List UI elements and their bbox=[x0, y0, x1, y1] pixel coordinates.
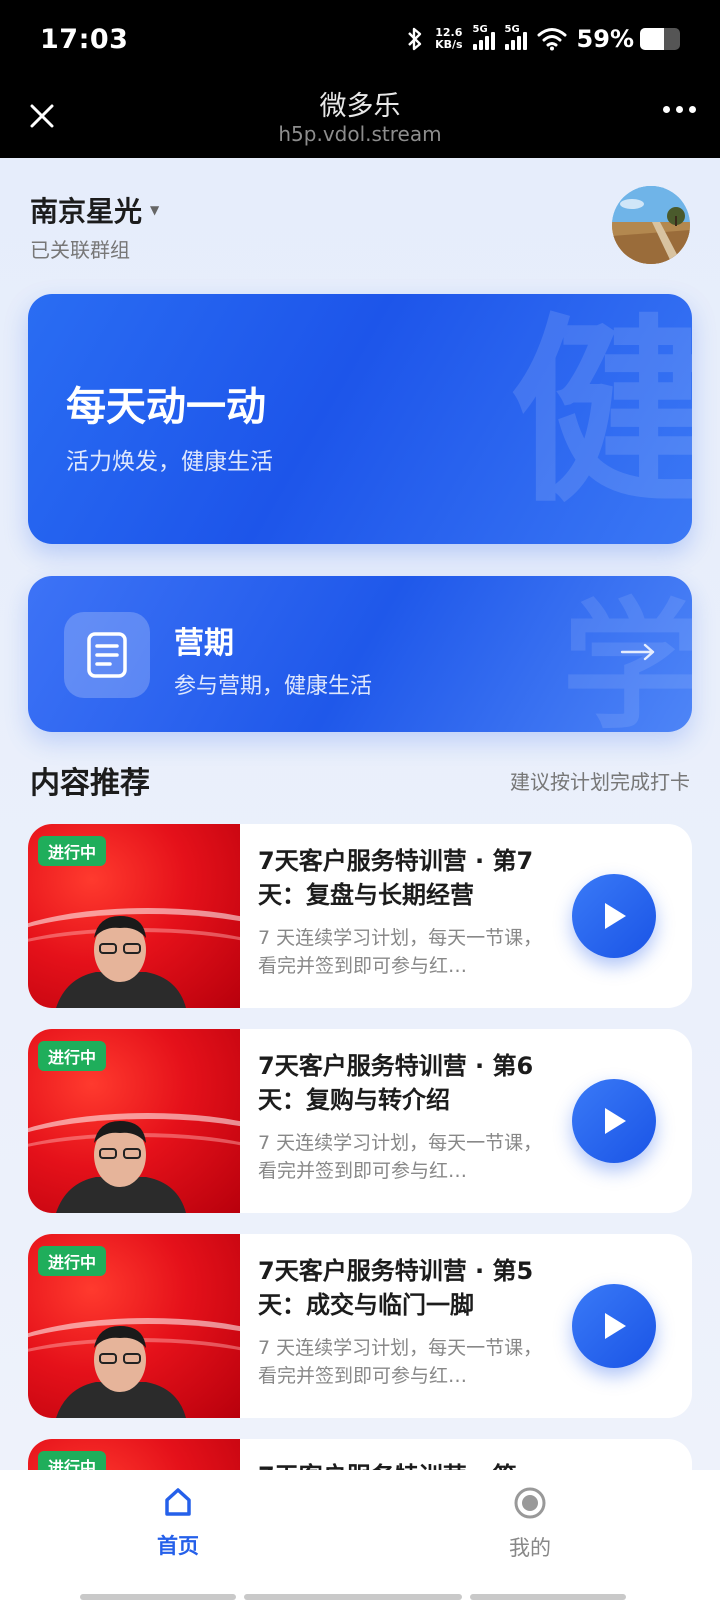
course-card[interactable]: 进行中 7天客户服务特训营 · 第7天：复盘与长期经营 7 天连续学习计划，每天… bbox=[28, 824, 692, 1008]
nav-header: 微多乐 h5p.vdol.stream bbox=[0, 78, 720, 158]
course-thumbnail: 进行中 bbox=[28, 1234, 240, 1418]
sim1-label: 5G bbox=[472, 24, 488, 35]
gesture-bar-right bbox=[470, 1594, 626, 1600]
banner-subtitle: 活力焕发，健康生活 bbox=[66, 449, 273, 475]
section-title: 内容推荐 bbox=[30, 766, 150, 801]
bluetooth-icon bbox=[408, 27, 422, 51]
tab-mine[interactable]: 我的 bbox=[470, 1486, 590, 1562]
course-desc: 7 天连续学习计划，每天一节课，看完并签到即可参与红… bbox=[258, 1132, 543, 1182]
course-card[interactable]: 进行中 7天客户服务特训营 · 第6天：复购与转介绍 7 天连续学习计划，每天一… bbox=[28, 1029, 692, 1213]
course-thumbnail: 进行中 bbox=[28, 1029, 240, 1213]
status-badge: 进行中 bbox=[38, 1246, 107, 1276]
arrow-right-icon bbox=[620, 643, 655, 661]
gesture-bar-center bbox=[244, 1594, 462, 1600]
course-desc: 7 天连续学习计划，每天一节课，看完并签到即可参与红… bbox=[258, 1337, 543, 1387]
play-icon bbox=[605, 903, 626, 929]
status-icons: 12.6 KB/s 5G 5G 59% bbox=[405, 24, 680, 53]
status-badge: 进行中 bbox=[38, 1041, 107, 1071]
signal-sim2-icon: 5G bbox=[504, 24, 527, 50]
camp-banner[interactable]: 学 营期 参与营期，健康生活 bbox=[28, 576, 692, 732]
play-button[interactable] bbox=[572, 1079, 656, 1163]
battery-text: 59% bbox=[576, 25, 634, 53]
avatar-image bbox=[612, 186, 690, 264]
group-selector[interactable]: 南京星光 ▼ bbox=[30, 190, 159, 230]
group-name: 南京星光 bbox=[30, 195, 143, 228]
camp-title: 营期 bbox=[174, 626, 234, 661]
tab-home[interactable]: 首页 bbox=[118, 1486, 238, 1560]
course-desc: 7 天连续学习计划，每天一节课，看完并签到即可参与红… bbox=[258, 927, 543, 977]
wifi-icon bbox=[537, 28, 567, 51]
caret-down-icon: ▼ bbox=[150, 203, 160, 217]
battery-icon bbox=[640, 28, 680, 50]
banner-title: 每天动一动 bbox=[66, 384, 266, 430]
home-icon bbox=[165, 1488, 191, 1516]
play-icon bbox=[605, 1313, 626, 1339]
more-icon[interactable] bbox=[663, 106, 696, 113]
banner-bg-glyph: 健 bbox=[509, 297, 692, 530]
network-speed: 12.6 KB/s bbox=[435, 27, 462, 51]
profile-icon bbox=[514, 1487, 546, 1519]
avatar[interactable] bbox=[612, 186, 690, 264]
presenter-image bbox=[56, 1326, 186, 1418]
status-badge: 进行中 bbox=[38, 836, 107, 866]
sim2-label: 5G bbox=[504, 24, 520, 35]
nav-url: h5p.vdol.stream bbox=[278, 122, 442, 146]
tab-bar: 首页 我的 bbox=[0, 1470, 720, 1600]
status-time: 17:03 bbox=[40, 23, 129, 55]
play-button[interactable] bbox=[572, 1284, 656, 1368]
course-title: 7天客户服务特训营 · 第6天：复购与转介绍 bbox=[258, 1052, 534, 1114]
presenter-image bbox=[56, 1121, 186, 1213]
main-content: 南京星光 ▼ 已关联群组 健 每天动一动 活力焕发，健康生活 学 营期 参与营期… bbox=[0, 158, 720, 1500]
presenter-image bbox=[56, 916, 186, 1008]
gesture-bar-left bbox=[80, 1594, 236, 1600]
book-icon bbox=[64, 612, 150, 698]
battery-fill bbox=[640, 28, 664, 50]
camp-subtitle: 参与营期，健康生活 bbox=[174, 674, 373, 699]
camp-bg-glyph: 学 bbox=[561, 586, 692, 733]
status-bar: 17:03 12.6 KB/s 5G 5G 59% bbox=[0, 0, 720, 78]
daily-exercise-banner[interactable]: 健 每天动一动 活力焕发，健康生活 bbox=[28, 294, 692, 544]
course-thumbnail: 进行中 bbox=[28, 824, 240, 1008]
course-title: 7天客户服务特训营 · 第7天：复盘与长期经营 bbox=[258, 847, 534, 909]
course-card[interactable]: 进行中 7天客户服务特训营 · 第5天：成交与临门一脚 7 天连续学习计划，每天… bbox=[28, 1234, 692, 1418]
battery: 59% bbox=[577, 25, 680, 53]
course-title: 7天客户服务特训营 · 第5天：成交与临门一脚 bbox=[258, 1257, 534, 1319]
tab-home-label: 首页 bbox=[157, 1534, 199, 1558]
tab-mine-label: 我的 bbox=[509, 1536, 551, 1560]
section-hint: 建议按计划完成打卡 bbox=[510, 770, 690, 794]
play-button[interactable] bbox=[572, 874, 656, 958]
signal-sim1-icon: 5G bbox=[472, 24, 495, 50]
network-speed-unit: KB/s bbox=[435, 38, 463, 51]
nav-title: 微多乐 bbox=[319, 91, 401, 122]
group-status: 已关联群组 bbox=[30, 238, 130, 262]
play-icon bbox=[605, 1108, 626, 1134]
